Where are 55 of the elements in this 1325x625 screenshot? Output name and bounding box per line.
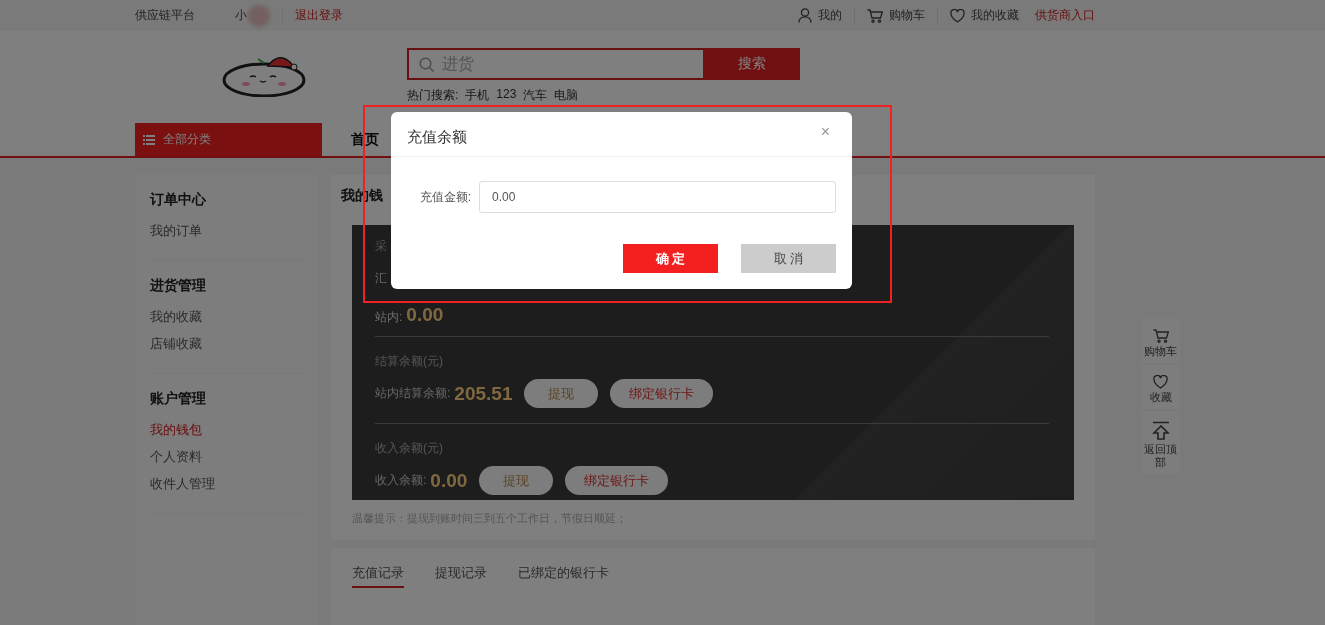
- search-icon: [419, 56, 434, 72]
- hot-search-label: 热门搜索:: [407, 87, 459, 104]
- sidebar-heading: 账户管理: [150, 390, 207, 408]
- user-icon[interactable]: [798, 8, 812, 23]
- logout-link[interactable]: 退出登录: [295, 7, 343, 24]
- top-link[interactable]: 我的收藏: [971, 7, 1019, 24]
- sidebar-heading: 订单中心: [150, 191, 207, 209]
- sidebar-heading: 进货管理: [150, 277, 207, 295]
- balance-label: 汇: [375, 271, 387, 285]
- hot-search-link[interactable]: 电脑: [554, 87, 579, 104]
- sidebar-item[interactable]: 店铺收藏: [150, 330, 304, 357]
- heart-icon[interactable]: [950, 8, 965, 23]
- withdraw-button[interactable]: 提现: [479, 466, 554, 495]
- bind-card-button[interactable]: 绑定银行卡: [565, 466, 669, 495]
- sidebar-item[interactable]: 收件人管理: [150, 470, 304, 497]
- top-link[interactable]: 购物车: [889, 7, 925, 24]
- hot-search-link[interactable]: 手机: [465, 87, 490, 104]
- balance-label: 收入余额:: [375, 472, 427, 489]
- balance-label: 站内结算余额:: [375, 385, 451, 402]
- site-name[interactable]: 供应链平台: [135, 7, 195, 24]
- all-categories-button[interactable]: 全部分类: [135, 123, 322, 156]
- toolbar-label[interactable]: 购物车: [1142, 345, 1179, 359]
- toolbar-label[interactable]: 收藏: [1142, 390, 1179, 405]
- cart-icon[interactable]: [867, 8, 883, 23]
- sidebar-item[interactable]: 我的钱包: [150, 416, 304, 443]
- search-button[interactable]: 搜索: [703, 48, 800, 80]
- supplier-entry-link[interactable]: 供货商入口: [1035, 7, 1095, 24]
- username[interactable]: 小: [235, 7, 247, 24]
- balance-label: 站内:: [375, 309, 403, 326]
- record-tab[interactable]: 充值记录: [352, 564, 404, 588]
- dialog-title: 充值余额: [407, 127, 467, 147]
- withdraw-button[interactable]: 提现: [524, 379, 599, 408]
- sidebar-item[interactable]: 个人资料: [150, 443, 304, 470]
- avatar: [248, 4, 270, 27]
- amount-field[interactable]: 0.00: [479, 181, 836, 213]
- cart-icon[interactable]: [1152, 329, 1169, 343]
- hot-search-link[interactable]: 123: [496, 87, 517, 104]
- balance-amount: 205.51: [454, 382, 513, 405]
- bind-card-button[interactable]: 绑定银行卡: [610, 379, 714, 408]
- sidebar-item[interactable]: 我的订单: [150, 217, 304, 244]
- record-tab[interactable]: 提现记录: [435, 564, 487, 588]
- heart-icon[interactable]: [1153, 374, 1168, 389]
- balance-amount: 0.00: [430, 469, 468, 492]
- back-to-top-icon[interactable]: [1150, 420, 1171, 441]
- sidebar-item[interactable]: 我的收藏: [150, 303, 304, 330]
- record-tab[interactable]: 已绑定的银行卡: [518, 564, 609, 588]
- close-button[interactable]: ×: [814, 123, 836, 141]
- hot-search-link[interactable]: 汽车: [523, 87, 548, 104]
- confirm-button[interactable]: 确 定: [623, 244, 718, 273]
- cancel-button[interactable]: 取 消: [741, 244, 836, 273]
- top-link[interactable]: 我的: [818, 7, 842, 24]
- menu-icon: [143, 134, 155, 145]
- field-label: 充值金额:: [418, 188, 471, 206]
- toolbar-label[interactable]: 返回顶部: [1142, 442, 1179, 470]
- balance-amount: 0.00: [406, 304, 444, 326]
